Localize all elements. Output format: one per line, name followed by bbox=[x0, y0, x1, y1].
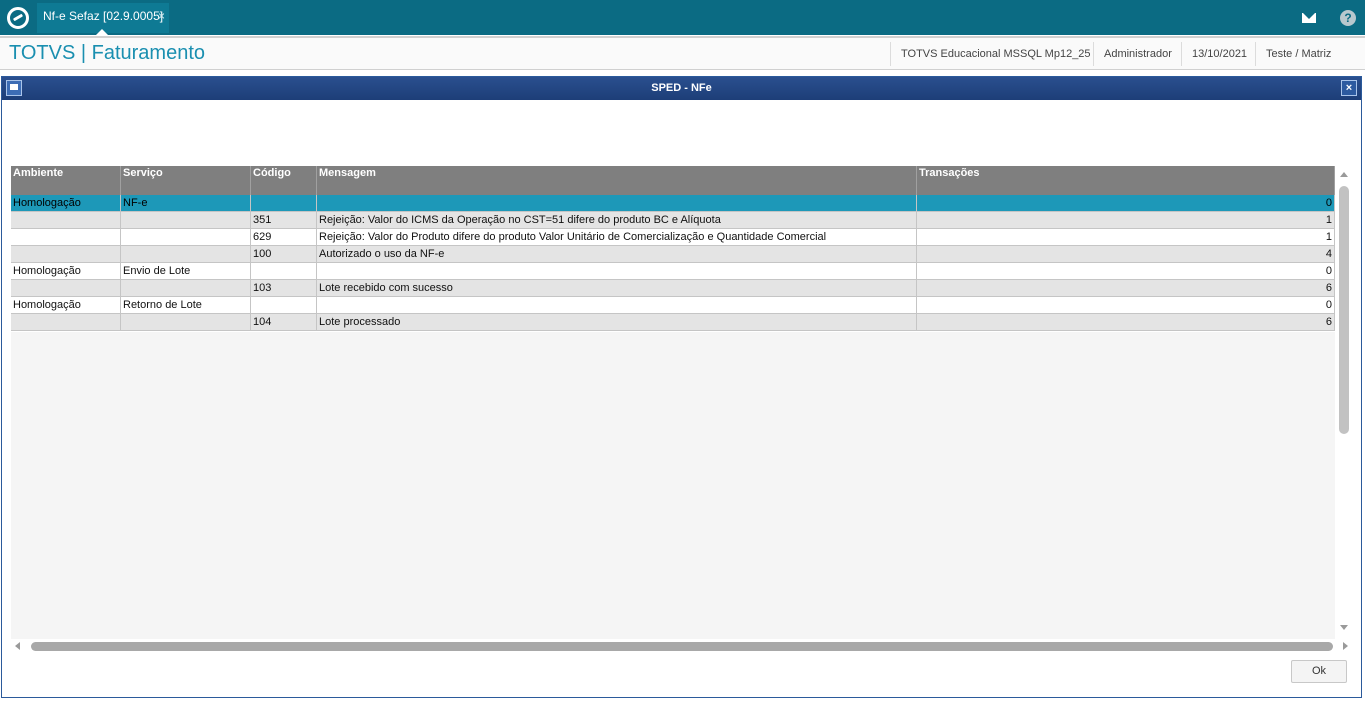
dialog-title: SPED - NFe bbox=[651, 82, 712, 94]
cell-mensagem: Rejeição: Valor do Produto difere do pro… bbox=[317, 229, 917, 245]
mail-icon bbox=[1302, 12, 1316, 23]
scroll-down-icon[interactable] bbox=[1340, 625, 1348, 630]
column-header-ambiente[interactable]: Ambiente bbox=[11, 166, 121, 195]
cell-mensagem: Lote recebido com sucesso bbox=[317, 280, 917, 296]
grid-empty-area bbox=[11, 332, 1335, 639]
sped-nfe-dialog: SPED - NFe × Ambiente Serviço Código Men… bbox=[1, 76, 1362, 698]
help-button[interactable]: ? bbox=[1331, 0, 1365, 35]
tab-label: Nf-e Sefaz [02.9.0005] bbox=[43, 9, 164, 23]
app-header: TOTVS | Faturamento TOTVS Educacional MS… bbox=[0, 36, 1365, 70]
horizontal-scrollbar[interactable] bbox=[11, 639, 1352, 653]
cell-mensagem: Lote processado bbox=[317, 314, 917, 330]
totvs-logo-icon[interactable] bbox=[7, 7, 29, 29]
ok-button[interactable]: Ok bbox=[1291, 660, 1347, 683]
cell-servico bbox=[121, 280, 251, 296]
tab-nfe-sefaz[interactable]: Nf-e Sefaz [02.9.0005] × bbox=[37, 3, 169, 36]
dialog-title-bar: SPED - NFe × bbox=[2, 77, 1361, 100]
environment-info[interactable]: TOTVS Educacional MSSQL Mp12_25 bbox=[890, 42, 1101, 66]
column-header-codigo[interactable]: Código bbox=[251, 166, 317, 195]
scroll-right-icon[interactable] bbox=[1343, 642, 1348, 650]
cell-servico bbox=[121, 314, 251, 330]
close-icon[interactable]: × bbox=[1341, 80, 1357, 96]
cell-transacoes: 0 bbox=[917, 263, 1335, 279]
cell-servico: Envio de Lote bbox=[121, 263, 251, 279]
cell-codigo bbox=[251, 263, 317, 279]
tab-caret-icon bbox=[95, 29, 109, 36]
scroll-up-icon[interactable] bbox=[1340, 172, 1348, 177]
app-title: TOTVS | Faturamento bbox=[9, 42, 206, 64]
tab-close-icon[interactable]: × bbox=[158, 3, 165, 29]
transactions-grid: Ambiente Serviço Código Mensagem Transaç… bbox=[11, 166, 1335, 331]
cell-ambiente: Homologação bbox=[11, 297, 121, 313]
cell-mensagem bbox=[317, 195, 917, 211]
cell-ambiente: Homologação bbox=[11, 195, 121, 211]
cell-servico bbox=[121, 246, 251, 262]
column-header-transacoes[interactable]: Transações bbox=[917, 166, 1335, 195]
cell-transacoes: 4 bbox=[917, 246, 1335, 262]
cell-mensagem bbox=[317, 263, 917, 279]
cell-transacoes: 1 bbox=[917, 212, 1335, 228]
help-icon: ? bbox=[1340, 9, 1356, 26]
vertical-scrollbar[interactable] bbox=[1336, 166, 1352, 636]
cell-codigo: 100 bbox=[251, 246, 317, 262]
table-row[interactable]: 104 Lote processado 6 bbox=[11, 314, 1335, 331]
window-icon bbox=[6, 80, 22, 96]
cell-codigo bbox=[251, 195, 317, 211]
cell-transacoes: 0 bbox=[917, 195, 1335, 211]
table-row[interactable]: Homologação Envio de Lote 0 bbox=[11, 263, 1335, 280]
table-row[interactable]: 103 Lote recebido com sucesso 6 bbox=[11, 280, 1335, 297]
table-row[interactable]: 351 Rejeição: Valor do ICMS da Operação … bbox=[11, 212, 1335, 229]
date-info[interactable]: 13/10/2021 bbox=[1181, 42, 1257, 66]
cell-ambiente bbox=[11, 229, 121, 245]
cell-transacoes: 0 bbox=[917, 297, 1335, 313]
cell-ambiente bbox=[11, 246, 121, 262]
cell-transacoes: 6 bbox=[917, 314, 1335, 330]
cell-servico bbox=[121, 229, 251, 245]
mail-button[interactable] bbox=[1292, 0, 1326, 35]
cell-servico bbox=[121, 212, 251, 228]
table-row[interactable]: Homologação Retorno de Lote 0 bbox=[11, 297, 1335, 314]
cell-servico: Retorno de Lote bbox=[121, 297, 251, 313]
cell-codigo: 351 bbox=[251, 212, 317, 228]
grid-header: Ambiente Serviço Código Mensagem Transaç… bbox=[11, 166, 1335, 195]
horizontal-scroll-thumb[interactable] bbox=[31, 642, 1333, 651]
cell-mensagem bbox=[317, 297, 917, 313]
cell-codigo: 629 bbox=[251, 229, 317, 245]
cell-transacoes: 6 bbox=[917, 280, 1335, 296]
table-row[interactable]: Homologação NF-e 0 bbox=[11, 195, 1335, 212]
cell-codigo: 103 bbox=[251, 280, 317, 296]
cell-transacoes: 1 bbox=[917, 229, 1335, 245]
company-info[interactable]: Teste / Matriz bbox=[1255, 42, 1341, 66]
column-header-servico[interactable]: Serviço bbox=[121, 166, 251, 195]
cell-ambiente bbox=[11, 212, 121, 228]
table-row[interactable]: 100 Autorizado o uso da NF-e 4 bbox=[11, 246, 1335, 263]
cell-codigo bbox=[251, 297, 317, 313]
cell-ambiente: Homologação bbox=[11, 263, 121, 279]
table-row[interactable]: 629 Rejeição: Valor do Produto difere do… bbox=[11, 229, 1335, 246]
cell-codigo: 104 bbox=[251, 314, 317, 330]
top-bar: Nf-e Sefaz [02.9.0005] × ? bbox=[0, 0, 1365, 36]
cell-mensagem: Autorizado o uso da NF-e bbox=[317, 246, 917, 262]
cell-ambiente bbox=[11, 280, 121, 296]
user-info[interactable]: Administrador bbox=[1093, 42, 1182, 66]
vertical-scroll-thumb[interactable] bbox=[1339, 186, 1349, 434]
column-header-mensagem[interactable]: Mensagem bbox=[317, 166, 917, 195]
cell-mensagem: Rejeição: Valor do ICMS da Operação no C… bbox=[317, 212, 917, 228]
cell-servico: NF-e bbox=[121, 195, 251, 211]
scroll-left-icon[interactable] bbox=[15, 642, 20, 650]
cell-ambiente bbox=[11, 314, 121, 330]
